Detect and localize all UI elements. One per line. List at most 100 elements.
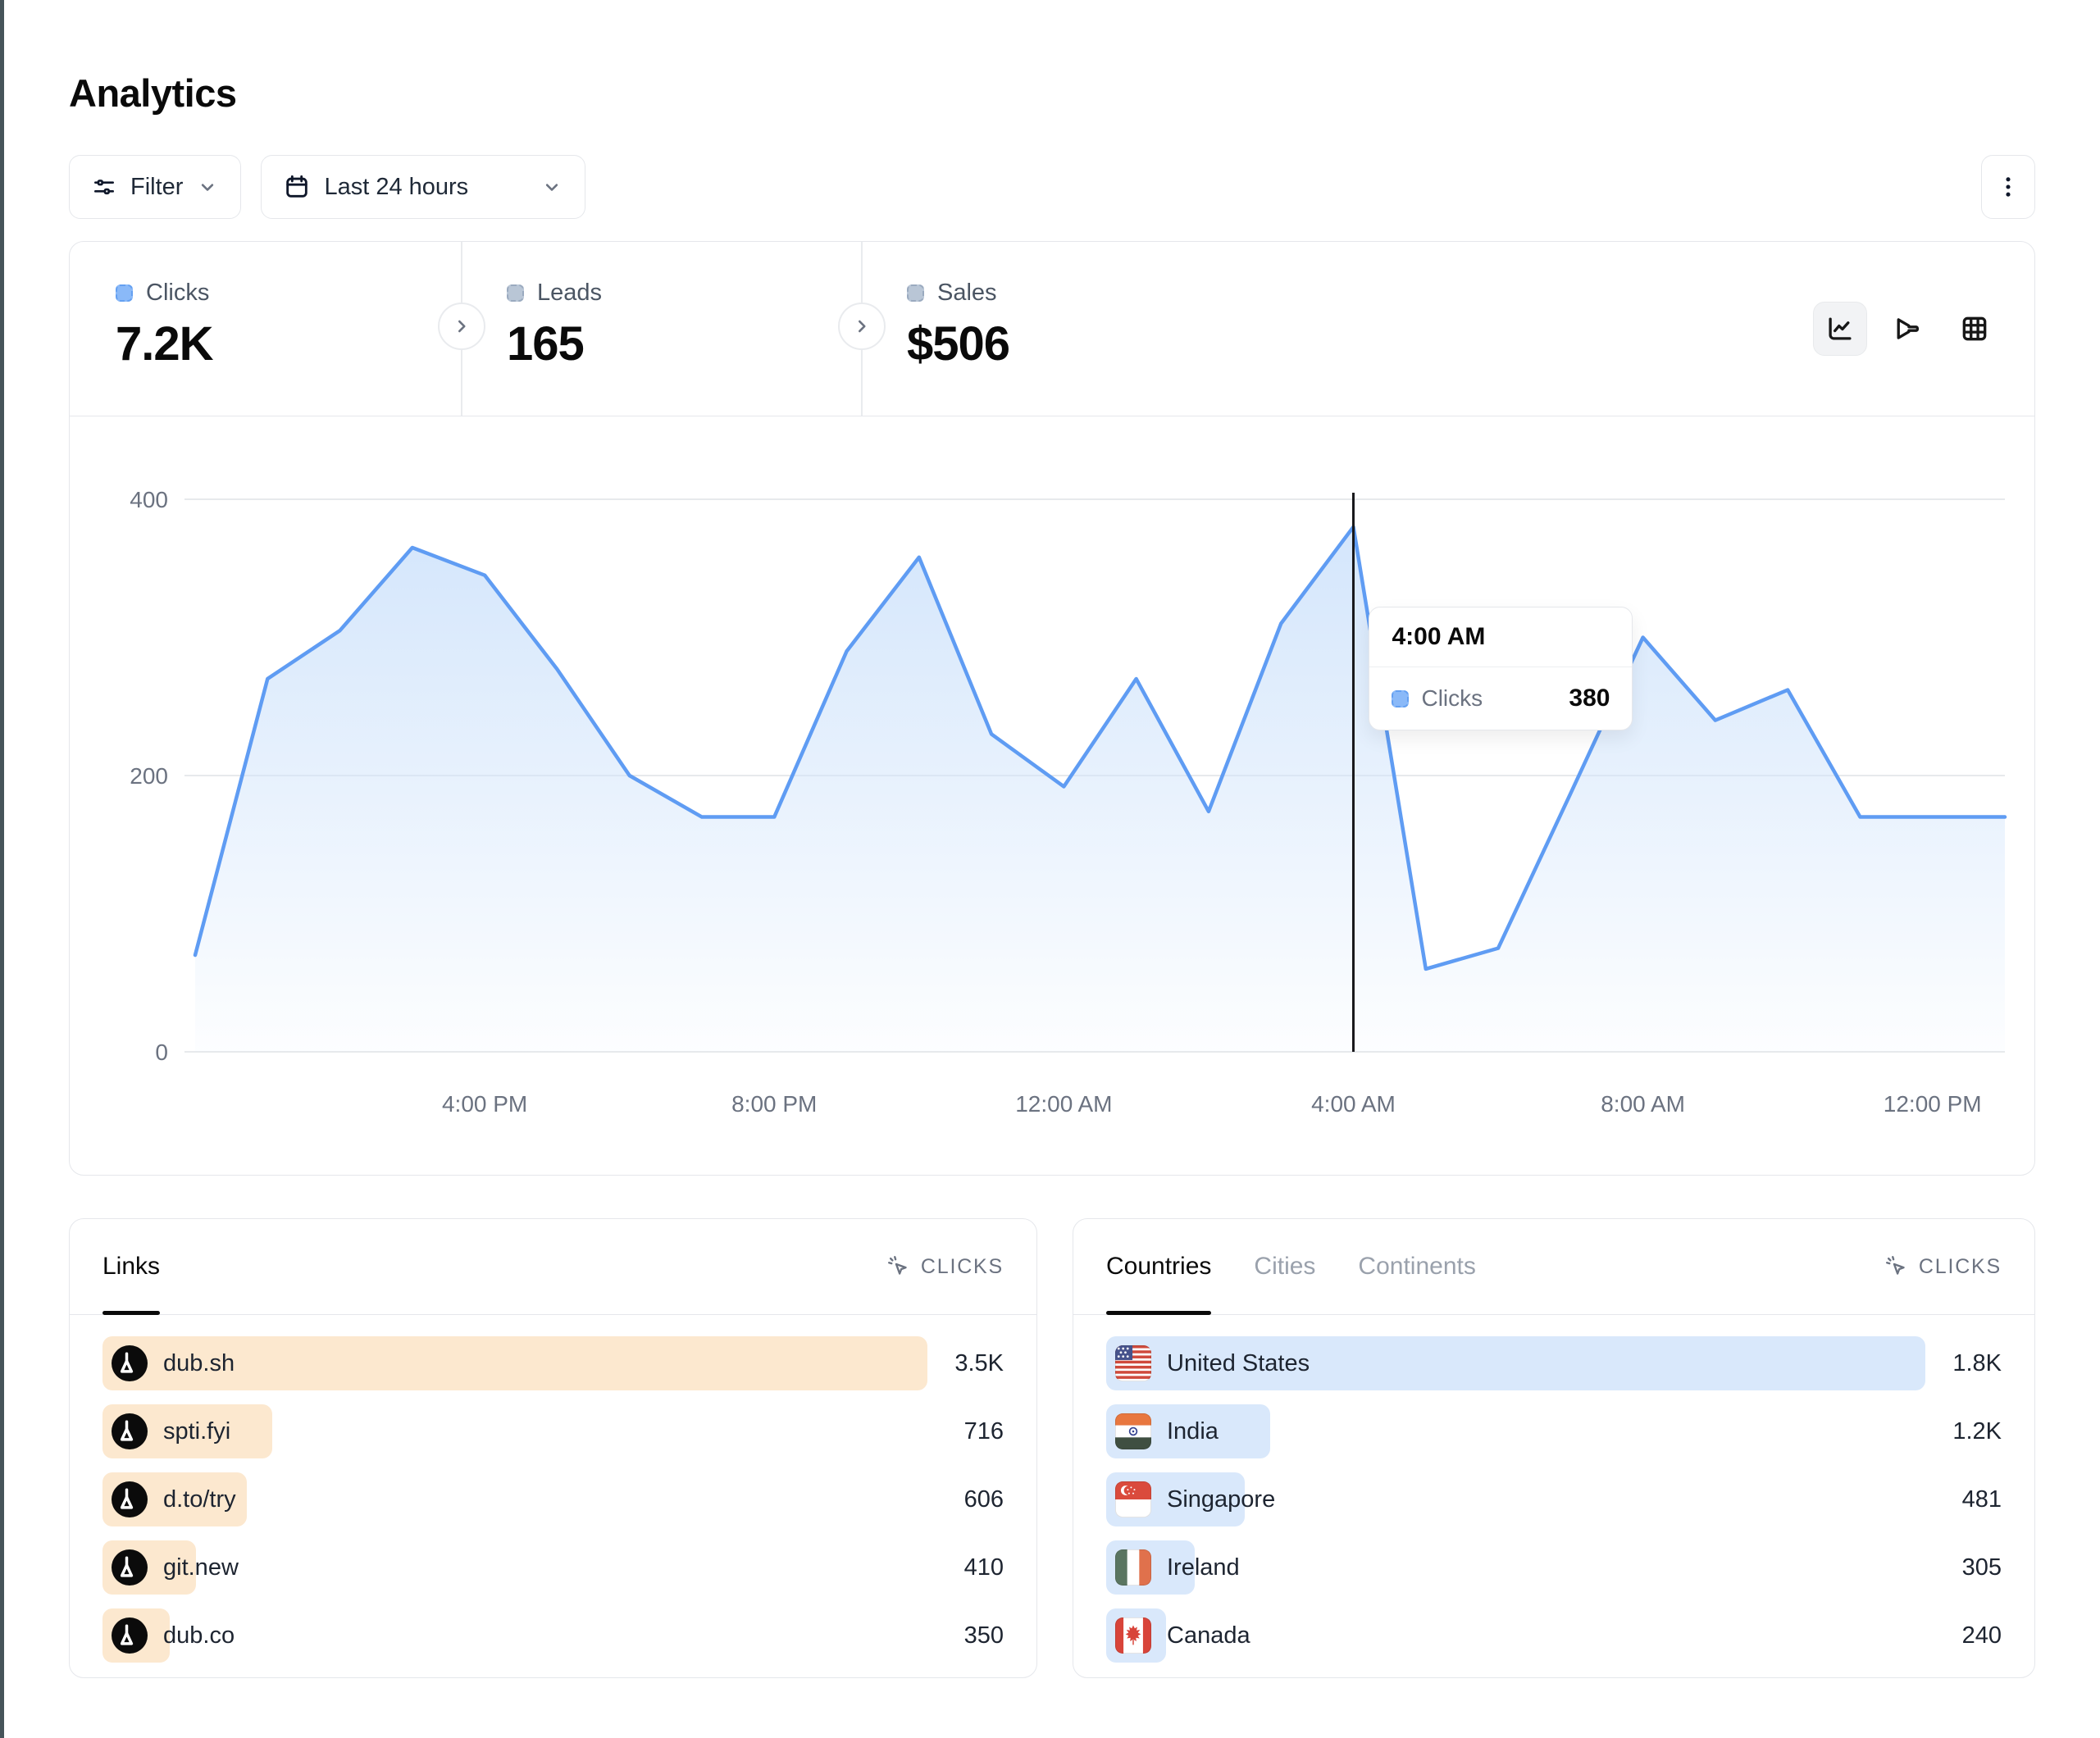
row-label: dub.co [163, 1622, 235, 1649]
leads-metric-value: 165 [507, 316, 861, 371]
row-value: 1.8K [1952, 1350, 2002, 1377]
row-label: Ireland [1167, 1554, 1240, 1581]
tab-cities[interactable]: Cities [1254, 1219, 1315, 1314]
filter-button-label: Filter [130, 174, 183, 201]
table-view-button[interactable] [1947, 302, 2002, 356]
chevron-right-icon [851, 316, 872, 337]
page-title: Analytics [69, 71, 2035, 116]
toolbar: Filter Last 24 hours [69, 155, 2035, 219]
list-item[interactable]: Ireland 305 [1106, 1540, 2002, 1595]
tab-clicks[interactable]: Clicks 7.2K [70, 242, 461, 416]
row-label: Canada [1167, 1622, 1250, 1649]
links-panel: Links CLICKS dub.sh3.5K spti.fyi 716 d.to/t… [69, 1218, 1037, 1678]
list-item[interactable]: India1.2K [1106, 1404, 2002, 1458]
line-chart-icon [1824, 313, 1856, 344]
dub-favicon-icon [112, 1481, 148, 1517]
geo-tabs: Countries Cities Continents [1106, 1219, 1476, 1314]
expand-leads-button[interactable] [438, 303, 485, 350]
geo-panel: Countries Cities Continents CLICKS United … [1073, 1218, 2035, 1678]
x-axis-tick-label: 4:00 AM [1311, 1091, 1396, 1117]
analytics-chart-card: Clicks 7.2K Leads 165 [69, 241, 2035, 1176]
x-axis-tick-label: 12:00 AM [1015, 1091, 1112, 1117]
row-value: 240 [1962, 1622, 2002, 1649]
left-accent-bar [0, 0, 4, 1738]
row-value: 606 [964, 1486, 1004, 1513]
sales-legend-square [907, 284, 924, 302]
funnel-view-button[interactable] [1880, 302, 1934, 356]
clicks-legend-square [116, 284, 133, 302]
chart-tooltip: 4:00 AM Clicks 380 [1369, 607, 1633, 730]
tooltip-time: 4:00 AM [1369, 607, 1632, 667]
y-axis-tick-label: 0 [155, 1040, 168, 1065]
line-chart-view-button[interactable] [1813, 302, 1867, 356]
filter-button[interactable]: Filter [69, 155, 241, 219]
funnel-icon [1892, 313, 1923, 344]
date-range-label: Last 24 hours [324, 174, 468, 201]
tab-continents[interactable]: Continents [1358, 1219, 1475, 1314]
list-item[interactable]: United States 1.8K [1106, 1336, 2002, 1390]
row-label: India [1167, 1418, 1219, 1445]
chart-view-switcher [1813, 242, 2034, 416]
tooltip-series-label: Clicks [1421, 685, 1483, 712]
list-item[interactable]: dub.co 350 [102, 1608, 1004, 1663]
list-item[interactable]: git.new 410 [102, 1540, 1004, 1595]
list-item[interactable]: spti.fyi 716 [102, 1404, 1004, 1458]
clicks-time-series-plot[interactable]: 02004004:00 PM8:00 PM12:00 AM4:00 AM8:00… [70, 416, 2034, 1174]
row-label: spti.fyi [163, 1418, 230, 1445]
calendar-icon [283, 173, 311, 201]
row-label: Singapore [1167, 1486, 1275, 1513]
singapore-flag-icon [1115, 1481, 1151, 1517]
geo-list: United States 1.8K India1.2K Singapore 481 Ir… [1073, 1315, 2034, 1663]
tab-countries[interactable]: Countries [1106, 1219, 1211, 1314]
links-list: dub.sh3.5K spti.fyi 716 d.to/try606 git.new 4… [70, 1315, 1036, 1663]
list-item[interactable]: Singapore 481 [1106, 1472, 2002, 1526]
y-axis-tick-label: 400 [130, 487, 168, 512]
x-axis-tick-label: 8:00 PM [731, 1091, 817, 1117]
x-axis-tick-label: 4:00 PM [442, 1091, 527, 1117]
dub-favicon-icon [112, 1345, 148, 1381]
sales-metric-label: Sales [937, 280, 997, 307]
tooltip-value: 380 [1569, 685, 1610, 712]
expand-sales-button[interactable] [838, 303, 886, 350]
metrics-tab-row: Clicks 7.2K Leads 165 [70, 242, 2034, 416]
list-item[interactable]: d.to/try606 [102, 1472, 1004, 1526]
tab-links[interactable]: Links [102, 1219, 160, 1314]
canada-flag-icon [1115, 1617, 1151, 1654]
breakdown-panels: Links CLICKS dub.sh3.5K spti.fyi 716 d.to/t… [69, 1218, 2035, 1678]
analytics-page: Analytics Filter Last 24 hours [69, 0, 2035, 1678]
row-value: 410 [964, 1554, 1004, 1581]
tab-leads[interactable]: Leads 165 [461, 242, 861, 416]
kebab-menu-icon [1994, 173, 2022, 201]
links-panel-header: Links CLICKS [70, 1219, 1036, 1315]
more-options-button[interactable] [1981, 155, 2035, 219]
dub-favicon-icon [112, 1549, 148, 1586]
dub-favicon-icon [112, 1617, 148, 1654]
clicks-area-chart: 02004004:00 PM8:00 PM12:00 AM4:00 AM8:00… [70, 416, 2032, 1174]
row-label: git.new [163, 1554, 239, 1581]
us-flag-icon [1115, 1345, 1151, 1381]
list-item[interactable]: dub.sh3.5K [102, 1336, 1004, 1390]
grid-table-icon [1959, 313, 1990, 344]
leads-metric-label: Leads [537, 280, 602, 307]
dub-favicon-icon [112, 1413, 148, 1449]
row-value: 350 [964, 1622, 1004, 1649]
geo-metric-header[interactable]: CLICKS [1884, 1254, 2002, 1279]
row-value: 481 [1962, 1486, 2002, 1513]
links-metric-header-label: CLICKS [921, 1255, 1004, 1279]
geo-panel-header: Countries Cities Continents CLICKS [1073, 1219, 2034, 1315]
tab-sales[interactable]: Sales $506 [861, 242, 1252, 416]
date-range-button[interactable]: Last 24 hours [261, 155, 585, 219]
geo-metric-header-label: CLICKS [1919, 1255, 2002, 1279]
india-flag-icon [1115, 1413, 1151, 1449]
row-value: 716 [964, 1418, 1004, 1445]
links-metric-header[interactable]: CLICKS [886, 1254, 1004, 1279]
clicks-metric-label: Clicks [146, 280, 209, 307]
ireland-flag-icon [1115, 1549, 1151, 1586]
row-label: United States [1167, 1350, 1310, 1377]
x-axis-tick-label: 12:00 PM [1884, 1091, 1982, 1117]
sales-metric-value: $506 [907, 316, 1252, 371]
list-item[interactable]: Canada 240 [1106, 1608, 2002, 1663]
row-value: 305 [1962, 1554, 2002, 1581]
y-axis-tick-label: 200 [130, 763, 168, 789]
tooltip-legend-square [1392, 690, 1409, 707]
